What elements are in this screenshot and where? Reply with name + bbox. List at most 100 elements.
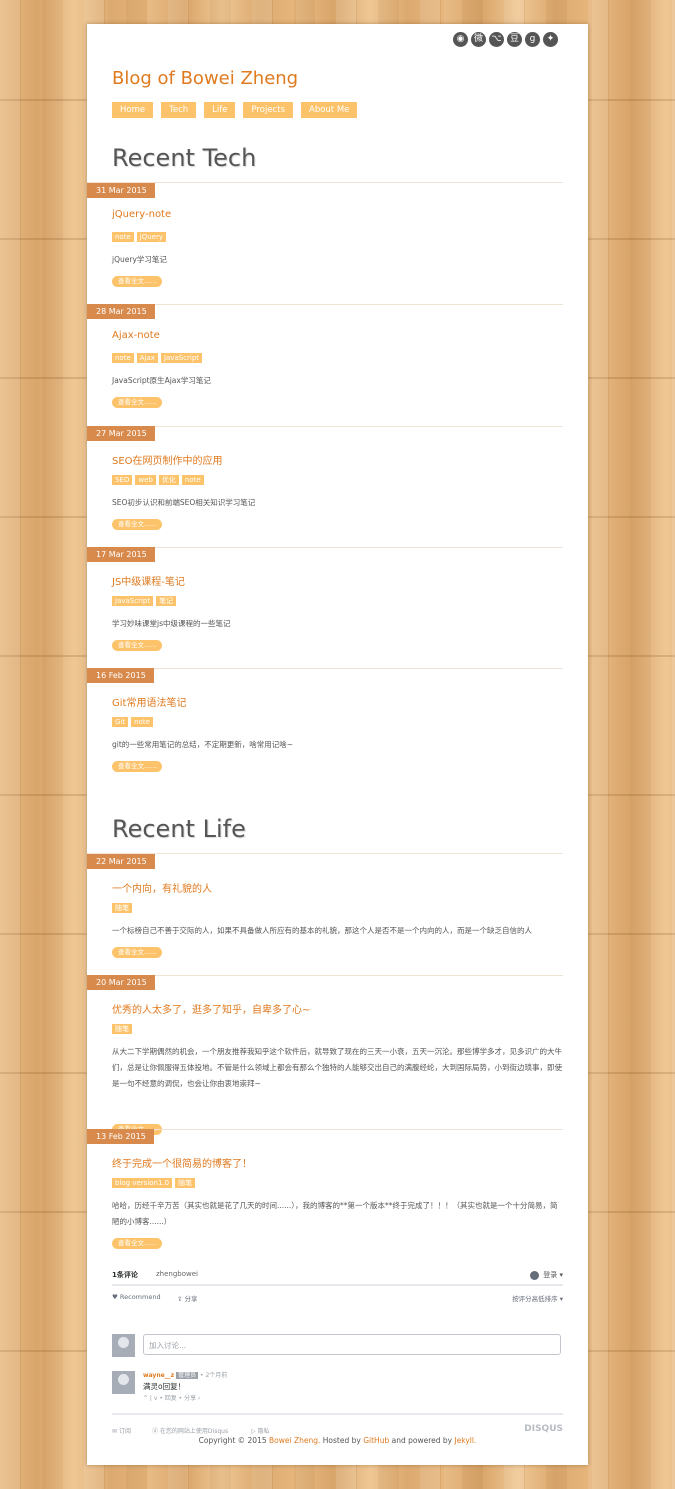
post-title[interactable]: 一个内向，有礼貌的人	[112, 880, 212, 895]
post-title[interactable]: 终于完成一个很简易的博客了！	[112, 1155, 252, 1170]
divider	[87, 853, 563, 854]
privacy-label: 隐私	[257, 1428, 270, 1435]
nav-about-me[interactable]: About Me	[301, 102, 358, 118]
tag[interactable]: 随笔	[112, 903, 132, 913]
recommend-label: Recommend	[119, 1293, 161, 1301]
tag[interactable]: note	[112, 232, 134, 242]
post-excerpt: JavaScript原生Ajax学习笔记	[112, 376, 211, 385]
tag[interactable]: web	[135, 475, 156, 485]
add-disqus-label: 在您的网站上使用Disqus	[159, 1428, 229, 1435]
recommend-button[interactable]: ♥ Recommend	[112, 1293, 161, 1301]
post-title[interactable]: JS中级课程-笔记	[112, 573, 185, 588]
share-button[interactable]: ⇪ 分享	[177, 1293, 198, 1303]
nav-home[interactable]: Home	[112, 102, 154, 118]
subscribe-link[interactable]: ✉ 订阅	[112, 1426, 131, 1435]
read-more-button[interactable]: 查看全文......	[112, 947, 163, 958]
read-more-button[interactable]: 查看全文......	[112, 397, 163, 408]
copyright-prefix: Copyright © 2015	[198, 1436, 267, 1445]
post-excerpt: 从大二下学期偶然的机会，一个朋友推荐我知乎这个软件后，就导致了现在的三天一小衰，…	[112, 1047, 562, 1088]
user-icon	[530, 1270, 540, 1280]
sort-dropdown[interactable]: 按评分高低排序 ▾	[512, 1293, 563, 1303]
comment-meta: wayne__z 管理员 • 2个月前	[143, 1370, 227, 1379]
tag[interactable]: JavaScript	[112, 596, 154, 606]
jekyll-link[interactable]: Jekyll.	[454, 1436, 476, 1445]
post-tags: JavaScript 笔记	[112, 596, 177, 606]
nav-projects[interactable]: Projects	[243, 102, 293, 118]
post-excerpt: SEO初步认识和前端SEO相关知识学习笔记	[112, 498, 256, 507]
heart-icon: ♥	[112, 1293, 118, 1301]
tag[interactable]: 优化	[158, 475, 179, 485]
post-title[interactable]: SEO在网页制作中的应用	[112, 452, 223, 467]
read-more-button[interactable]: 查看全文......	[112, 1238, 163, 1249]
divider	[87, 1129, 563, 1130]
divider	[87, 426, 563, 427]
douban-icon[interactable]: 豆	[507, 32, 522, 47]
read-more-button[interactable]: 查看全文......	[112, 640, 163, 651]
sort-label: 按评分高低排序	[512, 1295, 558, 1303]
tag[interactable]: 随笔	[175, 1178, 196, 1188]
read-more-button[interactable]: 查看全文......	[112, 276, 163, 287]
section-title-tech: Recent Tech	[112, 144, 257, 172]
rss-icon[interactable]: ◉	[453, 32, 468, 47]
page-container: ◉ 微 ⌥ 豆 g ✦ Blog of Bowei Zheng Home Tec…	[87, 24, 588, 1465]
post-excerpt: 一个标榜自己不善于交际的人，如果不具备做人所应有的基本的礼貌，那这个人是否不是一…	[112, 926, 532, 935]
tag[interactable]: note	[131, 717, 153, 727]
post-excerpt: 哈哈，历经千辛万苦（其实也就是花了几天的时间......），我的博客的**第一个…	[112, 1201, 558, 1226]
comment-author[interactable]: wayne__z	[143, 1372, 174, 1379]
post-title[interactable]: Git常用语法笔记	[112, 694, 186, 709]
nav-life[interactable]: Life	[204, 102, 236, 118]
comment-avatar[interactable]	[112, 1371, 135, 1394]
tag[interactable]: blog version1.0	[112, 1178, 173, 1188]
post-title[interactable]: Ajax-note	[112, 330, 160, 341]
tag[interactable]: note	[112, 353, 134, 363]
comment-actions[interactable]: ^ | v • 回复 • 分享 ›	[143, 1393, 200, 1402]
tag[interactable]: JavaScript	[160, 353, 203, 363]
divider	[87, 182, 563, 183]
divider	[87, 668, 563, 669]
divider	[87, 975, 563, 976]
add-disqus-link[interactable]: ⓓ 在您的网站上使用Disqus	[152, 1426, 228, 1435]
nav-tech[interactable]: Tech	[161, 102, 197, 118]
comment-input[interactable]: 加入讨论...	[143, 1334, 561, 1355]
tag[interactable]: SEO	[112, 475, 133, 485]
read-more-button[interactable]: 查看全文......	[112, 519, 163, 530]
login-button[interactable]: 登录 ▾	[530, 1270, 563, 1280]
weibo-icon[interactable]: 微	[471, 32, 486, 47]
post-date: 27 Mar 2015	[87, 426, 155, 441]
tag[interactable]: 随笔	[112, 1024, 132, 1034]
post-tags: SEO web 优化 note	[112, 475, 204, 485]
google-plus-icon[interactable]: g	[525, 32, 540, 47]
tag[interactable]: Ajax	[136, 353, 158, 363]
comment-time[interactable]: • 2个月前	[200, 1372, 227, 1379]
tag[interactable]: Git	[112, 717, 129, 727]
disqus-logo[interactable]: DISQUS	[524, 1424, 563, 1434]
post-tags: 随笔	[112, 1024, 132, 1034]
tab-site[interactable]: zhengbowei	[156, 1270, 198, 1278]
author-link[interactable]: Bowei Zheng.	[269, 1436, 320, 1445]
post-title[interactable]: jQuery-note	[112, 209, 171, 220]
post-date: 31 Mar 2015	[87, 183, 155, 198]
tab-comments[interactable]: 1条评论	[112, 1270, 138, 1280]
post-tags: blog version1.0 随笔	[112, 1178, 196, 1188]
share-label: 分享	[184, 1295, 198, 1303]
tag[interactable]: note	[181, 475, 204, 485]
avatar	[112, 1334, 135, 1357]
post-title[interactable]: 优秀的人太多了，逛多了知乎，自卑多了心~	[112, 1001, 310, 1016]
post-tags: note jQuery	[112, 232, 166, 242]
github-icon[interactable]: ⌥	[489, 32, 504, 47]
comments-footer: ✉ 订阅 ⓓ 在您的网站上使用Disqus ▷ 隐私 DISQUS	[112, 1413, 563, 1435]
comments-tabs: 1条评论 zhengbowei 登录 ▾	[112, 1264, 563, 1286]
moderator-badge: 管理员	[176, 1372, 199, 1379]
read-more-button[interactable]: 查看全文......	[112, 761, 163, 772]
post-tags: 随笔	[112, 903, 132, 913]
subscribe-label: 订阅	[118, 1428, 131, 1435]
site-title[interactable]: Blog of Bowei Zheng	[112, 68, 298, 89]
comments-section: 1条评论 zhengbowei 登录 ▾ ♥ Recommend ⇪ 分享 按评…	[112, 1264, 563, 1435]
twitter-icon[interactable]: ✦	[543, 32, 558, 47]
tag[interactable]: jQuery	[136, 232, 166, 242]
post-date: 17 Mar 2015	[87, 547, 155, 562]
privacy-link[interactable]: ▷ 隐私	[251, 1426, 270, 1435]
post-tags: Git note	[112, 717, 153, 727]
tag[interactable]: 笔记	[156, 596, 177, 606]
github-link[interactable]: GitHub	[363, 1436, 389, 1445]
